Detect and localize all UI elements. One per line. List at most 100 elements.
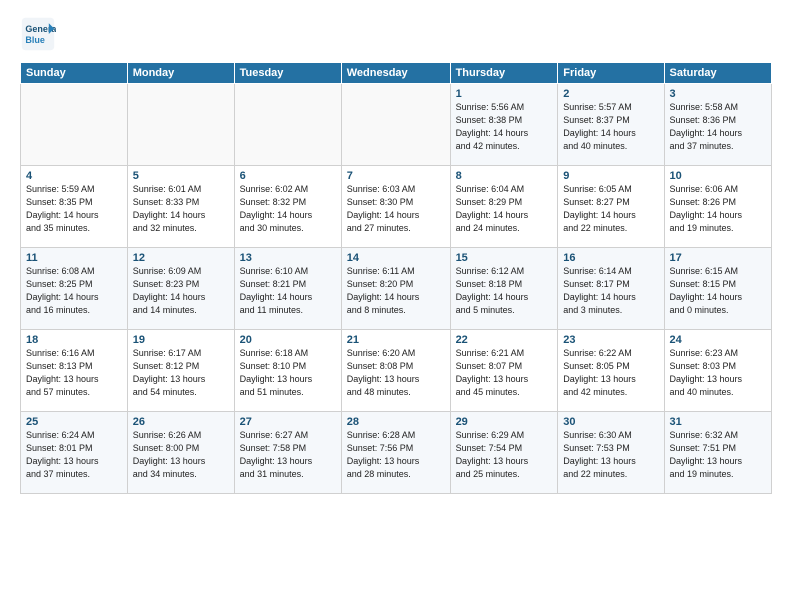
calendar-cell [341, 84, 450, 166]
col-header-sunday: Sunday [21, 63, 128, 84]
calendar-cell [21, 84, 128, 166]
day-info: Sunrise: 6:04 AM Sunset: 8:29 PM Dayligh… [456, 183, 553, 235]
calendar-week-2: 4Sunrise: 5:59 AM Sunset: 8:35 PM Daylig… [21, 166, 772, 248]
calendar-cell: 9Sunrise: 6:05 AM Sunset: 8:27 PM Daylig… [558, 166, 664, 248]
day-number: 26 [133, 416, 229, 428]
calendar-cell: 5Sunrise: 6:01 AM Sunset: 8:33 PM Daylig… [127, 166, 234, 248]
day-number: 6 [240, 170, 336, 182]
day-number: 8 [456, 170, 553, 182]
day-info: Sunrise: 6:02 AM Sunset: 8:32 PM Dayligh… [240, 183, 336, 235]
calendar-cell: 20Sunrise: 6:18 AM Sunset: 8:10 PM Dayli… [234, 330, 341, 412]
day-number: 3 [670, 88, 767, 100]
day-number: 10 [670, 170, 767, 182]
day-number: 21 [347, 334, 445, 346]
day-info: Sunrise: 6:09 AM Sunset: 8:23 PM Dayligh… [133, 265, 229, 317]
day-info: Sunrise: 6:30 AM Sunset: 7:53 PM Dayligh… [563, 429, 658, 481]
svg-text:Blue: Blue [25, 35, 45, 45]
day-number: 13 [240, 252, 336, 264]
calendar-cell: 18Sunrise: 6:16 AM Sunset: 8:13 PM Dayli… [21, 330, 128, 412]
day-info: Sunrise: 6:01 AM Sunset: 8:33 PM Dayligh… [133, 183, 229, 235]
day-number: 17 [670, 252, 767, 264]
day-number: 19 [133, 334, 229, 346]
day-number: 11 [26, 252, 122, 264]
day-info: Sunrise: 6:32 AM Sunset: 7:51 PM Dayligh… [670, 429, 767, 481]
day-info: Sunrise: 6:20 AM Sunset: 8:08 PM Dayligh… [347, 347, 445, 399]
calendar-cell: 3Sunrise: 5:58 AM Sunset: 8:36 PM Daylig… [664, 84, 772, 166]
day-number: 29 [456, 416, 553, 428]
day-number: 15 [456, 252, 553, 264]
logo: General Blue [20, 16, 56, 52]
day-number: 24 [670, 334, 767, 346]
day-number: 27 [240, 416, 336, 428]
calendar-cell: 1Sunrise: 5:56 AM Sunset: 8:38 PM Daylig… [450, 84, 558, 166]
calendar-table: SundayMondayTuesdayWednesdayThursdayFrid… [20, 62, 772, 494]
header: General Blue [20, 16, 772, 52]
day-number: 28 [347, 416, 445, 428]
calendar-cell: 21Sunrise: 6:20 AM Sunset: 8:08 PM Dayli… [341, 330, 450, 412]
day-number: 5 [133, 170, 229, 182]
day-info: Sunrise: 5:58 AM Sunset: 8:36 PM Dayligh… [670, 101, 767, 153]
calendar-cell: 25Sunrise: 6:24 AM Sunset: 8:01 PM Dayli… [21, 412, 128, 494]
col-header-thursday: Thursday [450, 63, 558, 84]
day-number: 30 [563, 416, 658, 428]
calendar-cell: 19Sunrise: 6:17 AM Sunset: 8:12 PM Dayli… [127, 330, 234, 412]
calendar-cell [127, 84, 234, 166]
calendar-cell: 14Sunrise: 6:11 AM Sunset: 8:20 PM Dayli… [341, 248, 450, 330]
day-number: 4 [26, 170, 122, 182]
day-info: Sunrise: 6:24 AM Sunset: 8:01 PM Dayligh… [26, 429, 122, 481]
day-number: 31 [670, 416, 767, 428]
day-info: Sunrise: 6:08 AM Sunset: 8:25 PM Dayligh… [26, 265, 122, 317]
day-info: Sunrise: 6:17 AM Sunset: 8:12 PM Dayligh… [133, 347, 229, 399]
day-number: 14 [347, 252, 445, 264]
day-info: Sunrise: 5:56 AM Sunset: 8:38 PM Dayligh… [456, 101, 553, 153]
calendar-cell: 30Sunrise: 6:30 AM Sunset: 7:53 PM Dayli… [558, 412, 664, 494]
calendar-cell [234, 84, 341, 166]
calendar-week-4: 18Sunrise: 6:16 AM Sunset: 8:13 PM Dayli… [21, 330, 772, 412]
day-info: Sunrise: 6:18 AM Sunset: 8:10 PM Dayligh… [240, 347, 336, 399]
col-header-wednesday: Wednesday [341, 63, 450, 84]
day-info: Sunrise: 6:26 AM Sunset: 8:00 PM Dayligh… [133, 429, 229, 481]
day-info: Sunrise: 6:21 AM Sunset: 8:07 PM Dayligh… [456, 347, 553, 399]
day-info: Sunrise: 6:16 AM Sunset: 8:13 PM Dayligh… [26, 347, 122, 399]
logo-icon: General Blue [20, 16, 56, 52]
calendar-header-row: SundayMondayTuesdayWednesdayThursdayFrid… [21, 63, 772, 84]
day-info: Sunrise: 6:05 AM Sunset: 8:27 PM Dayligh… [563, 183, 658, 235]
day-info: Sunrise: 6:10 AM Sunset: 8:21 PM Dayligh… [240, 265, 336, 317]
day-number: 2 [563, 88, 658, 100]
calendar-cell: 6Sunrise: 6:02 AM Sunset: 8:32 PM Daylig… [234, 166, 341, 248]
col-header-saturday: Saturday [664, 63, 772, 84]
col-header-tuesday: Tuesday [234, 63, 341, 84]
calendar-cell: 16Sunrise: 6:14 AM Sunset: 8:17 PM Dayli… [558, 248, 664, 330]
day-number: 23 [563, 334, 658, 346]
day-info: Sunrise: 6:03 AM Sunset: 8:30 PM Dayligh… [347, 183, 445, 235]
col-header-monday: Monday [127, 63, 234, 84]
calendar-cell: 29Sunrise: 6:29 AM Sunset: 7:54 PM Dayli… [450, 412, 558, 494]
day-number: 12 [133, 252, 229, 264]
calendar-week-3: 11Sunrise: 6:08 AM Sunset: 8:25 PM Dayli… [21, 248, 772, 330]
day-number: 16 [563, 252, 658, 264]
calendar-cell: 2Sunrise: 5:57 AM Sunset: 8:37 PM Daylig… [558, 84, 664, 166]
day-info: Sunrise: 6:12 AM Sunset: 8:18 PM Dayligh… [456, 265, 553, 317]
day-info: Sunrise: 6:23 AM Sunset: 8:03 PM Dayligh… [670, 347, 767, 399]
calendar-cell: 8Sunrise: 6:04 AM Sunset: 8:29 PM Daylig… [450, 166, 558, 248]
day-info: Sunrise: 6:15 AM Sunset: 8:15 PM Dayligh… [670, 265, 767, 317]
calendar-cell: 26Sunrise: 6:26 AM Sunset: 8:00 PM Dayli… [127, 412, 234, 494]
day-number: 7 [347, 170, 445, 182]
calendar-cell: 24Sunrise: 6:23 AM Sunset: 8:03 PM Dayli… [664, 330, 772, 412]
day-info: Sunrise: 6:14 AM Sunset: 8:17 PM Dayligh… [563, 265, 658, 317]
calendar-cell: 28Sunrise: 6:28 AM Sunset: 7:56 PM Dayli… [341, 412, 450, 494]
calendar-cell: 23Sunrise: 6:22 AM Sunset: 8:05 PM Dayli… [558, 330, 664, 412]
calendar-cell: 10Sunrise: 6:06 AM Sunset: 8:26 PM Dayli… [664, 166, 772, 248]
day-info: Sunrise: 5:59 AM Sunset: 8:35 PM Dayligh… [26, 183, 122, 235]
calendar-cell: 17Sunrise: 6:15 AM Sunset: 8:15 PM Dayli… [664, 248, 772, 330]
day-info: Sunrise: 6:06 AM Sunset: 8:26 PM Dayligh… [670, 183, 767, 235]
calendar-cell: 13Sunrise: 6:10 AM Sunset: 8:21 PM Dayli… [234, 248, 341, 330]
day-number: 1 [456, 88, 553, 100]
calendar-cell: 22Sunrise: 6:21 AM Sunset: 8:07 PM Dayli… [450, 330, 558, 412]
calendar-cell: 27Sunrise: 6:27 AM Sunset: 7:58 PM Dayli… [234, 412, 341, 494]
calendar-cell: 12Sunrise: 6:09 AM Sunset: 8:23 PM Dayli… [127, 248, 234, 330]
calendar-week-1: 1Sunrise: 5:56 AM Sunset: 8:38 PM Daylig… [21, 84, 772, 166]
day-number: 22 [456, 334, 553, 346]
day-info: Sunrise: 6:22 AM Sunset: 8:05 PM Dayligh… [563, 347, 658, 399]
day-info: Sunrise: 5:57 AM Sunset: 8:37 PM Dayligh… [563, 101, 658, 153]
